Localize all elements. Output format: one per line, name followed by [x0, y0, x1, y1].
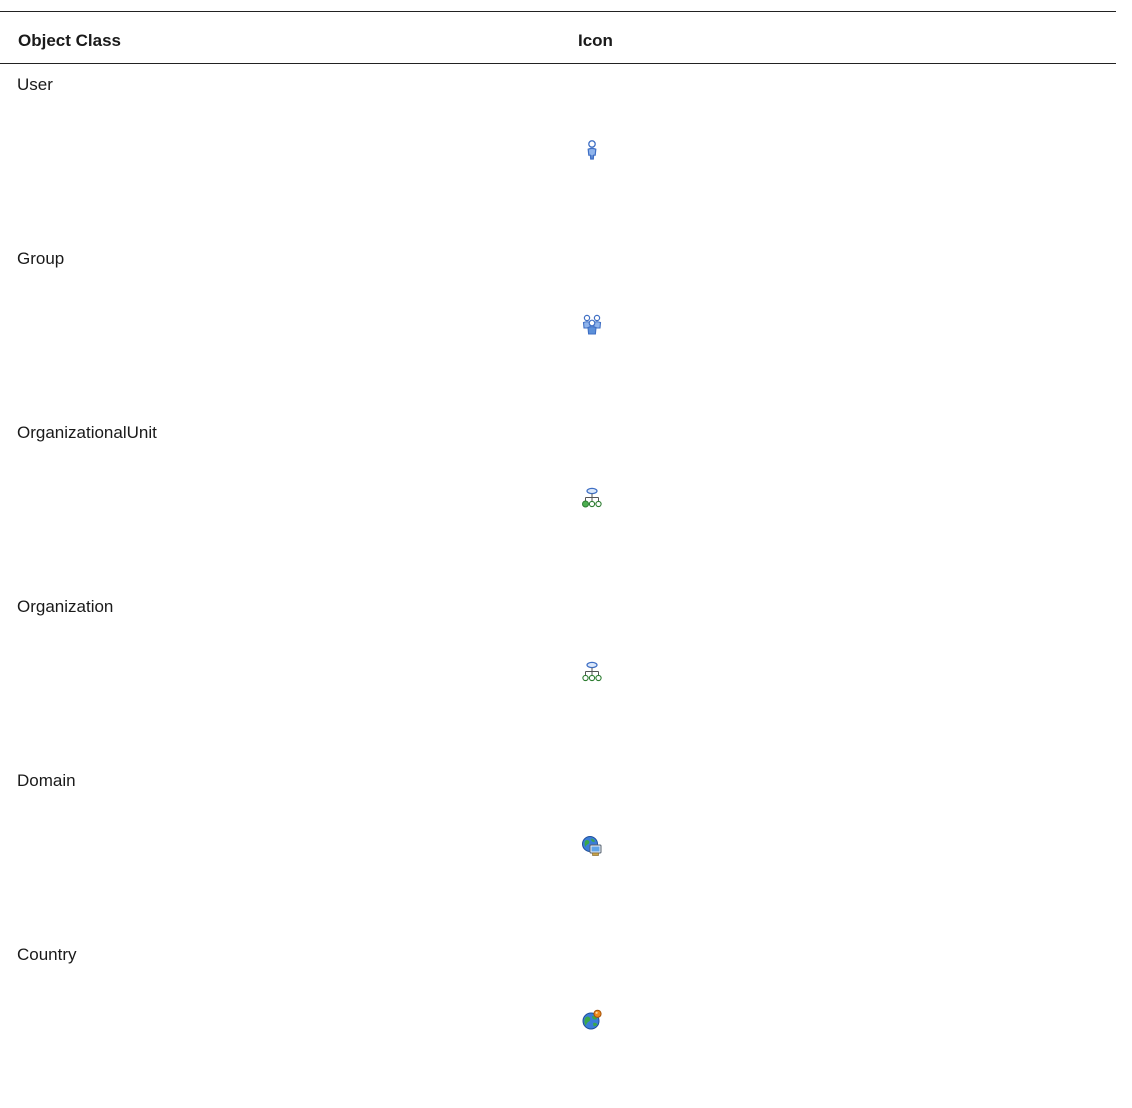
- table-row: Domain: [0, 760, 1116, 934]
- object-class-cell: Country: [17, 945, 77, 964]
- table-header: Object Class Icon: [0, 12, 1116, 64]
- table-row: Organization: [0, 586, 1116, 760]
- country-icon: [581, 1009, 603, 1031]
- header-object-class: Object Class: [18, 31, 121, 50]
- organization-icon: [581, 661, 603, 683]
- object-class-cell: Domain: [17, 771, 76, 790]
- table-row: Group: [0, 238, 1116, 412]
- group-icon: [581, 313, 603, 335]
- header-icon: Icon: [578, 31, 613, 50]
- object-class-cell: User: [17, 75, 53, 94]
- object-class-cell: OrganizationalUnit: [17, 423, 157, 442]
- table-row: Country: [0, 934, 1116, 1108]
- table-row: User: [0, 64, 1116, 238]
- object-class-cell: Group: [17, 249, 65, 268]
- object-class-table: Object Class Icon User Group Organizatio…: [0, 11, 1116, 1108]
- domain-icon: [581, 835, 603, 857]
- object-class-cell: Organization: [17, 597, 114, 616]
- user-icon: [581, 139, 603, 161]
- table-row: OrganizationalUnit: [0, 412, 1116, 586]
- organizational-unit-icon: [581, 487, 603, 509]
